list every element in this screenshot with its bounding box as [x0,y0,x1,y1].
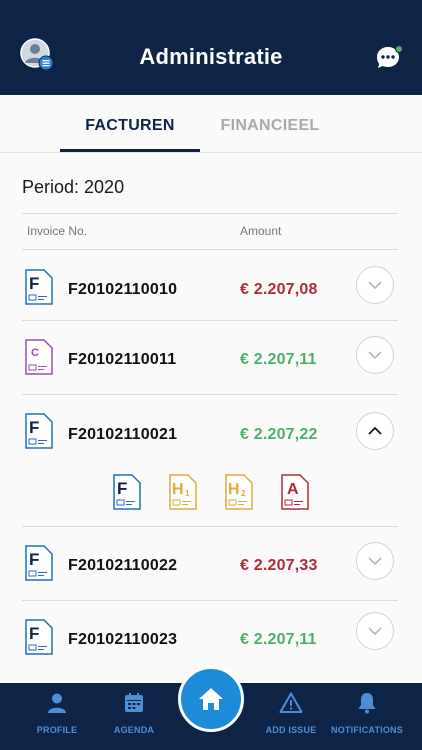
invoice-amount: € 2.207,11 [240,351,317,368]
divider [22,320,398,321]
tab-notifications-label: NOTIFICATIONS [331,725,403,735]
tab-add-issue[interactable]: ADD ISSUE [251,691,331,735]
h1-document-icon[interactable]: H1 [168,474,198,510]
doc-letter: F [29,274,39,293]
chevron-down-icon [368,281,382,290]
warning-icon [279,692,303,713]
h2-document-icon[interactable]: H2 [224,474,254,510]
divider [22,394,398,395]
invoice-amount: € 2.207,08 [240,281,318,298]
divider [22,213,398,214]
calendar-icon [125,693,143,712]
chevron-down-icon [368,351,382,360]
tab-notifications[interactable]: NOTIFICATIONS [327,691,407,735]
doc-letter: F [29,624,39,643]
invoice-amount: € 2.207,22 [240,426,318,443]
tab-agenda-label: AGENDA [113,725,155,735]
invoice-number: F20102110022 [68,557,178,574]
invoice-amount: € 2.207,33 [240,557,318,574]
tab-add-issue-label: ADD ISSUE [265,725,317,735]
factuur-document-icon[interactable]: F [112,474,142,510]
tab-profile-label: PROFILE [36,725,78,735]
invoice-document-icon[interactable]: F [24,269,54,305]
expand-row-button[interactable] [356,266,394,304]
tab-profile[interactable]: PROFILE [17,691,97,735]
active-tab-indicator [60,149,200,152]
invoice-number: F20102110011 [68,351,177,368]
column-header-invoice: Invoice No. [27,224,88,238]
invoice-amount: € 2.207,11 [240,631,317,648]
invoice-document-icon[interactable]: F [24,619,54,655]
divider [22,526,398,527]
column-header-amount: Amount [240,224,282,238]
invoice-number: F20102110021 [68,426,178,443]
expand-row-button[interactable] [356,336,394,374]
tab-strip: FACTUREN FINANCIEEL [0,95,422,153]
chat-icon[interactable] [374,43,404,73]
doc-letter: C [31,347,39,359]
tab-facturen[interactable]: FACTUREN [60,117,200,135]
expand-row-button[interactable] [356,542,394,580]
tab-financieel[interactable]: FINANCIEEL [205,117,335,135]
svg-text:F: F [117,479,127,498]
svg-text:A: A [287,481,299,498]
invoice-number: F20102110010 [68,281,178,298]
invoice-document-icon[interactable]: F [24,545,54,581]
invoice-list-panel: Period: 2020 Invoice No. Amount F F20102… [0,153,422,683]
home-icon [199,688,223,710]
credit-document-icon[interactable]: C [24,339,54,375]
divider [22,600,398,601]
a-document-icon[interactable]: A [280,474,310,510]
period-label: Period: 2020 [22,177,125,197]
invoice-number: F20102110023 [68,631,178,648]
page-title: Administratie [139,44,283,69]
doc-letter: F [29,550,39,569]
doc-letter: F [29,418,39,437]
chevron-down-icon [368,557,382,566]
svg-text:H: H [172,481,184,498]
collapse-row-button[interactable] [356,412,394,450]
expand-row-button[interactable] [356,612,394,650]
svg-text:H: H [228,481,240,498]
bell-icon [358,693,376,714]
home-button[interactable] [178,666,244,732]
app-header: Administratie [0,0,422,95]
profile-icon [48,693,66,713]
chevron-down-icon [368,627,382,636]
invoice-document-icon[interactable]: F [24,413,54,449]
divider [22,249,398,250]
tab-agenda[interactable]: AGENDA [94,691,174,735]
chevron-up-icon [368,426,382,435]
svg-text:1: 1 [185,489,190,498]
svg-text:2: 2 [241,489,246,498]
